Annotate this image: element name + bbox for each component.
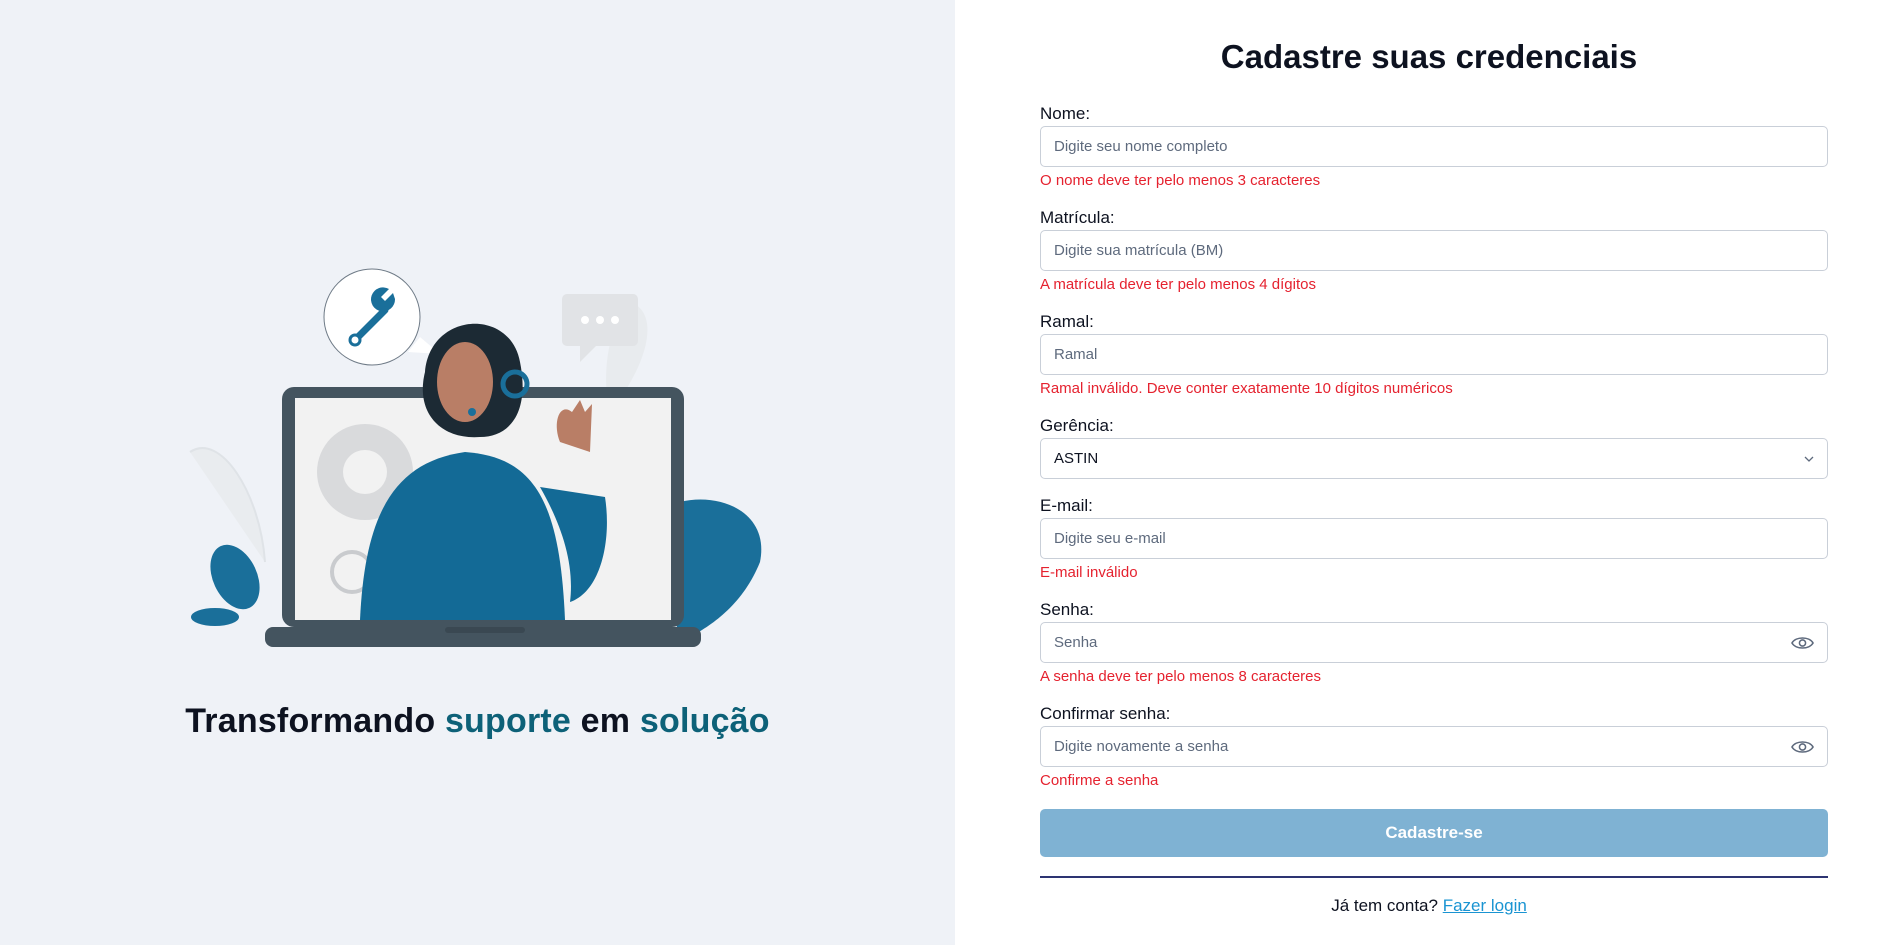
senha-error: A senha deve ter pelo menos 8 caracteres bbox=[1040, 668, 1322, 685]
support-agent-illustration bbox=[189, 268, 762, 647]
nome-error: O nome deve ter pelo menos 3 caracteres bbox=[1040, 172, 1321, 189]
confirmar-senha-error: Confirme a senha bbox=[1040, 772, 1159, 789]
login-prompt: Já tem conta? Fazer login bbox=[955, 896, 1903, 916]
form-title: Cadastre suas credenciais bbox=[1220, 38, 1638, 75]
tagline-text-2: em bbox=[571, 702, 640, 740]
ramal-input-box bbox=[1040, 334, 1828, 375]
register-form-panel: Cadastre suas credenciais Nome: O nome d… bbox=[955, 0, 1903, 945]
nome-input-box bbox=[1040, 126, 1828, 167]
tagline-highlight-suporte: suporte bbox=[444, 702, 572, 740]
register-page: Transformando suporte em solução Cadastr… bbox=[0, 0, 1903, 945]
senha-input-box bbox=[1040, 622, 1828, 663]
tagline-text-1: Transformando bbox=[185, 702, 445, 740]
eye-icon[interactable] bbox=[1791, 635, 1814, 651]
ramal-error: Ramal inválido. Deve conter exatamente 1… bbox=[1040, 380, 1453, 397]
gerencia-select[interactable]: ASTIN bbox=[1040, 438, 1828, 479]
ramal-input[interactable] bbox=[1054, 346, 1814, 363]
confirmar-senha-input[interactable] bbox=[1054, 738, 1783, 755]
field-matricula: Matrícula: A matrícula deve ter pelo men… bbox=[1040, 208, 1828, 312]
matricula-input-box bbox=[1040, 230, 1828, 271]
field-confirmar-senha: Confirmar senha: Confirme a senha bbox=[1040, 704, 1828, 808]
senha-label: Senha: bbox=[1040, 600, 1094, 619]
divider bbox=[1040, 876, 1828, 878]
tagline-highlight-solucao: solução bbox=[639, 702, 770, 740]
eye-icon[interactable] bbox=[1791, 739, 1814, 755]
senha-input[interactable] bbox=[1054, 634, 1783, 651]
field-senha: Senha: A senha deve ter pelo menos 8 car… bbox=[1040, 600, 1828, 704]
chevron-down-icon bbox=[1804, 456, 1814, 462]
gerencia-label: Gerência: bbox=[1040, 416, 1114, 435]
gerencia-selected-value: ASTIN bbox=[1054, 450, 1099, 467]
email-input-box bbox=[1040, 518, 1828, 559]
nome-input[interactable] bbox=[1054, 138, 1814, 155]
nome-label: Nome: bbox=[1040, 104, 1091, 123]
tagline: Transformando suporte em solução bbox=[0, 702, 955, 741]
field-email: E-mail: E-mail inválido bbox=[1040, 496, 1828, 600]
register-form: Nome: O nome deve ter pelo menos 3 carac… bbox=[1040, 104, 1828, 808]
matricula-error: A matrícula deve ter pelo menos 4 dígito… bbox=[1040, 276, 1316, 293]
confirmar-senha-label: Confirmar senha: bbox=[1040, 704, 1171, 723]
register-button[interactable]: Cadastre-se bbox=[1040, 809, 1828, 857]
email-error: E-mail inválido bbox=[1040, 564, 1138, 581]
login-prompt-text: Já tem conta? bbox=[1331, 896, 1443, 915]
brand-panel: Transformando suporte em solução bbox=[0, 0, 955, 945]
wrench-icon bbox=[323, 268, 440, 366]
matricula-label: Matrícula: bbox=[1040, 208, 1115, 227]
ramal-label: Ramal: bbox=[1040, 312, 1094, 331]
login-link[interactable]: Fazer login bbox=[1443, 896, 1527, 915]
field-gerencia: Gerência: ASTIN bbox=[1040, 416, 1828, 496]
email-label: E-mail: bbox=[1040, 496, 1093, 515]
matricula-input[interactable] bbox=[1054, 242, 1814, 259]
field-ramal: Ramal: Ramal inválido. Deve conter exata… bbox=[1040, 312, 1828, 416]
confirmar-senha-input-box bbox=[1040, 726, 1828, 767]
field-nome: Nome: O nome deve ter pelo menos 3 carac… bbox=[1040, 104, 1828, 208]
email-input[interactable] bbox=[1054, 530, 1814, 547]
